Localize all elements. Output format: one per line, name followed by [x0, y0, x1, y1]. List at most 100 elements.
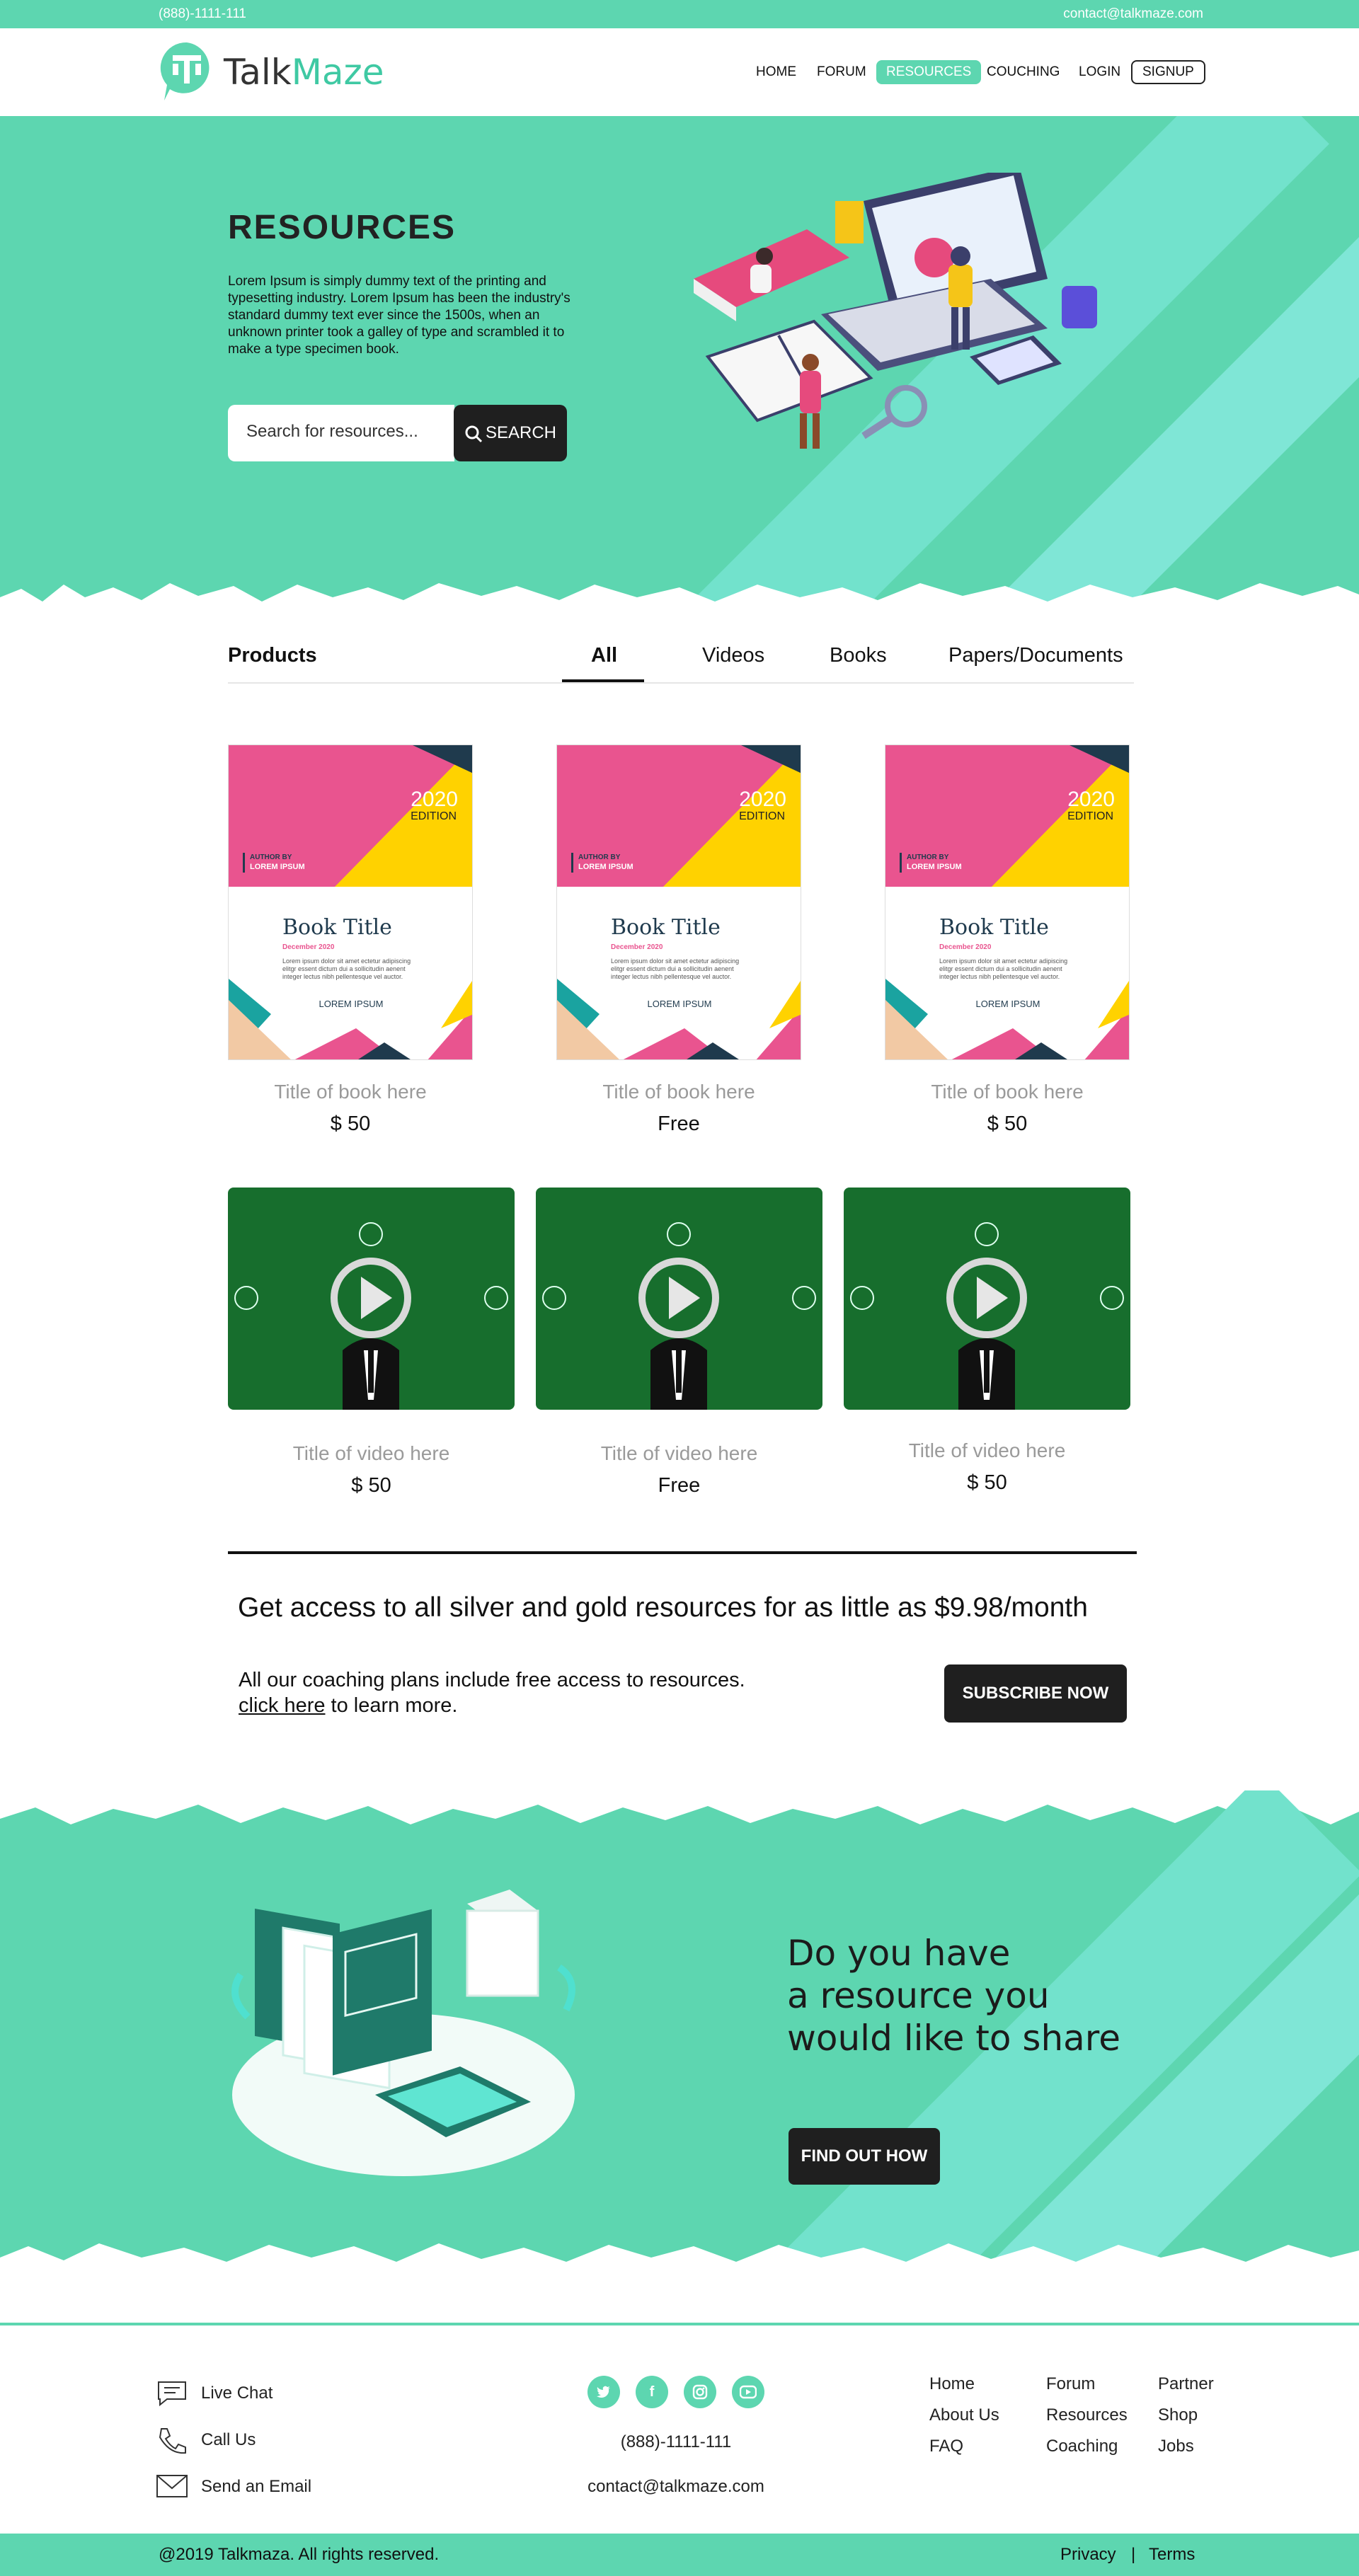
header: TalkMaze HOME FORUM RESOURCES COUCHING L…	[0, 28, 1359, 116]
cover-title: Book Title	[611, 915, 721, 940]
footer-separator: |	[1131, 2545, 1136, 2564]
play-icon[interactable]	[669, 1277, 700, 1319]
page-title: RESOURCES	[228, 209, 457, 246]
resources-illustration	[694, 173, 1097, 449]
logo-icon[interactable]	[159, 41, 215, 103]
cover-body: Lorem ipsum dolor sit amet ectetur adipi…	[939, 958, 1068, 980]
cover-footer: LOREM IPSUM	[647, 999, 712, 1009]
top-bar: (888)-1111-111 contact@talkmaze.com	[0, 0, 1359, 28]
nav-login[interactable]: LOGIN	[1069, 60, 1130, 84]
facebook-icon[interactable]: f	[636, 2376, 668, 2408]
video-price: $ 50	[967, 1471, 1007, 1494]
book-price: $ 50	[330, 1112, 371, 1135]
video-thumbnail	[234, 1222, 508, 1410]
logo-part-talk: Talk	[224, 52, 292, 93]
top-email[interactable]: contact@talkmaze.com	[1063, 6, 1203, 22]
youtube-icon[interactable]	[732, 2376, 764, 2408]
video-title[interactable]: Title of video here	[844, 1439, 1130, 1462]
footer-link-shop[interactable]: Shop	[1158, 2405, 1198, 2425]
cover-footer: LOREM IPSUM	[319, 999, 384, 1009]
instagram-icon[interactable]	[684, 2376, 716, 2408]
footer-phone[interactable]: (888)-1111-111	[488, 2432, 864, 2452]
logo-part-maze: Maze	[291, 52, 384, 93]
hero-section: RESOURCES Lorem Ipsum is simply dummy te…	[0, 116, 1359, 633]
top-phone[interactable]: (888)-1111-111	[159, 6, 246, 22]
share-line3: would like to share	[787, 2018, 1120, 2059]
torn-edge-top	[0, 1790, 1359, 1824]
cover-title: Book Title	[282, 915, 392, 940]
book-title[interactable]: Title of book here	[556, 1081, 801, 1103]
tab-active-indicator	[562, 679, 644, 682]
share-line1: Do you have	[787, 1933, 1011, 1974]
book-card[interactable]: 2020 EDITION AUTHOR BY LOREM IPSUM Book …	[556, 744, 801, 1060]
nav-couching[interactable]: COUCHING	[977, 60, 1070, 84]
promo-line1: All our coaching plans include free acce…	[239, 1669, 745, 1691]
terms-link[interactable]: Terms	[1149, 2545, 1195, 2565]
video-title[interactable]: Title of video here	[536, 1442, 822, 1465]
play-icon[interactable]	[977, 1277, 1008, 1319]
phone-icon	[159, 2428, 186, 2454]
logo-text[interactable]: TalkMaze	[224, 52, 384, 93]
cover-year: 2020	[1067, 788, 1115, 811]
find-out-how-button[interactable]: FIND OUT HOW	[789, 2128, 940, 2185]
book-title[interactable]: Title of book here	[228, 1081, 473, 1103]
chat-icon	[158, 2381, 186, 2407]
share-illustration	[231, 1890, 575, 2176]
tab-videos[interactable]: Videos	[702, 644, 764, 667]
hero-description: Lorem Ipsum is simply dummy text of the …	[228, 274, 570, 357]
subscribe-button[interactable]: SUBSCRIBE NOW	[944, 1664, 1127, 1723]
video-title[interactable]: Title of video here	[228, 1442, 515, 1465]
search-input[interactable]: Search for resources...	[228, 405, 454, 461]
video-thumbnail	[850, 1222, 1124, 1410]
privacy-link[interactable]: Privacy	[1060, 2545, 1116, 2565]
share-resource-section: Do you have a resource you would like to…	[0, 1790, 1359, 2286]
cover-date: December 2020	[282, 943, 335, 951]
footer-link-partner[interactable]: Partner	[1158, 2374, 1214, 2394]
tab-papers[interactable]: Papers/Documents	[948, 644, 1123, 667]
twitter-icon[interactable]	[587, 2376, 620, 2408]
footer-link-forum[interactable]: Forum	[1046, 2374, 1095, 2394]
footer-link-home[interactable]: Home	[929, 2374, 975, 2394]
cover-author: LOREM IPSUM	[250, 863, 305, 871]
search-button[interactable]: SEARCH	[454, 405, 567, 461]
send-email-label: Send an Email	[201, 2477, 312, 2496]
cover-edition: EDITION	[411, 810, 457, 822]
search-icon	[465, 425, 483, 442]
promo-text: All our coaching plans include free acce…	[239, 1667, 805, 1718]
nav-forum[interactable]: FORUM	[807, 60, 876, 84]
book-title[interactable]: Title of book here	[885, 1081, 1130, 1103]
footer-link-faq[interactable]: FAQ	[929, 2437, 963, 2456]
nav-signup[interactable]: SIGNUP	[1131, 60, 1205, 84]
section-divider	[228, 1551, 1137, 1554]
cover-footer: LOREM IPSUM	[975, 999, 1040, 1009]
click-here-link[interactable]: click here	[239, 1694, 326, 1717]
play-icon[interactable]	[361, 1277, 392, 1319]
bottom-bar: @2019 Talkmaza. All rights reserved. Pri…	[0, 2534, 1359, 2576]
nav-resources[interactable]: RESOURCES	[876, 60, 982, 84]
share-heading: Do you have a resource you would like to…	[787, 1932, 1120, 2059]
cover-body: Lorem ipsum dolor sit amet ectetur adipi…	[282, 958, 411, 980]
tab-all[interactable]: All	[591, 644, 617, 667]
footer-email[interactable]: contact@talkmaze.com	[488, 2477, 864, 2497]
video-card[interactable]	[536, 1188, 822, 1410]
video-card[interactable]	[844, 1188, 1130, 1410]
footer-link-about[interactable]: About Us	[929, 2405, 999, 2425]
cover-year: 2020	[739, 788, 786, 811]
tab-books[interactable]: Books	[830, 644, 887, 667]
video-price: $ 50	[351, 1474, 391, 1497]
nav-home[interactable]: HOME	[746, 60, 806, 84]
book-card[interactable]: 2020 EDITION AUTHOR BY LOREM IPSUM Book …	[885, 744, 1130, 1060]
tab-products[interactable]: Products	[228, 644, 317, 667]
instagram-glyph	[692, 2384, 708, 2400]
footer-link-coaching[interactable]: Coaching	[1046, 2437, 1118, 2456]
video-thumbnail	[542, 1222, 816, 1410]
footer-link-resources[interactable]: Resources	[1046, 2405, 1128, 2425]
video-card[interactable]	[228, 1188, 515, 1410]
cover-date: December 2020	[611, 943, 663, 951]
live-chat-label: Live Chat	[201, 2384, 273, 2403]
cover-author-by: AUTHOR BY	[578, 853, 621, 861]
footer-link-jobs[interactable]: Jobs	[1158, 2437, 1194, 2456]
book-card[interactable]: 2020 EDITION AUTHOR BY LOREM IPSUM Book …	[228, 744, 473, 1060]
twitter-glyph	[597, 2386, 610, 2398]
cover-year: 2020	[411, 788, 458, 811]
